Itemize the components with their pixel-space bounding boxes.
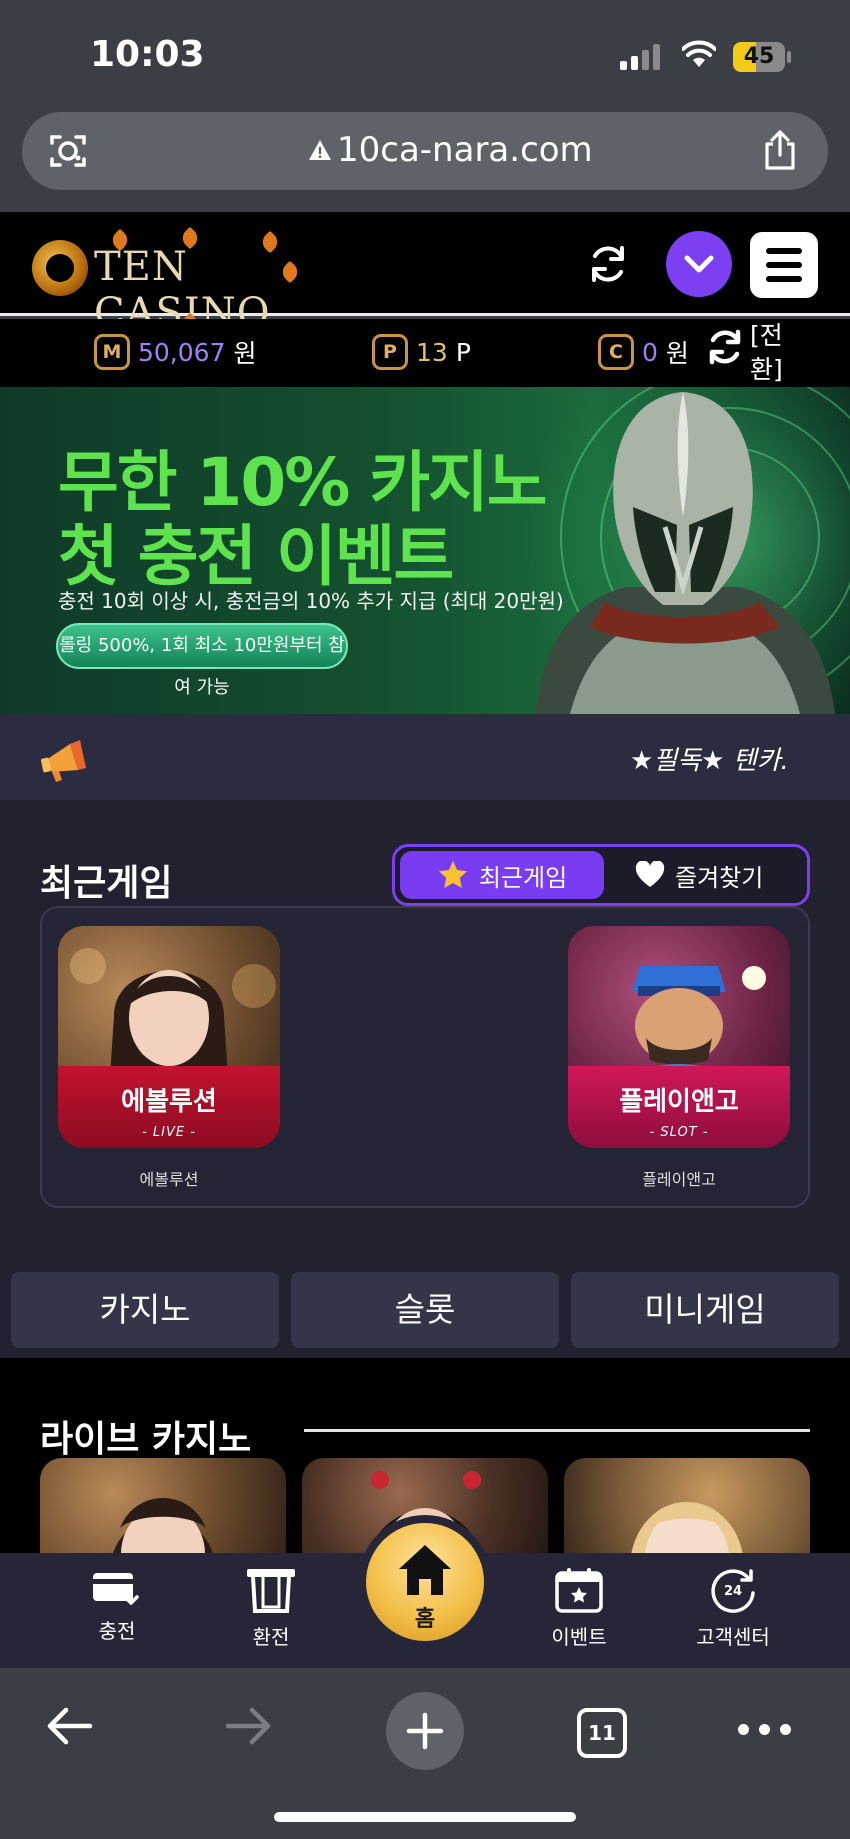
money-balance: M 50,067 원 [94,334,257,370]
hamburger-menu-icon[interactable] [750,232,818,298]
megaphone-icon [41,740,86,782]
game-label-playngo: 플레이앤고 [642,1170,716,1189]
svg-text:24: 24 [724,1584,742,1599]
wifi-icon [682,40,716,67]
forward-arrow-icon[interactable] [220,1698,276,1754]
nav-support-label: 고객센터 [696,1625,770,1649]
point-balance: P 13 P [372,334,471,370]
cellular-signal-icon [620,44,660,70]
game-card-title: 에볼루션 [121,1087,217,1117]
home-icon [399,1545,451,1595]
live-game-card[interactable] [40,1458,286,1553]
live-casino-title: 라이브 카지노 [40,1419,252,1460]
tab-favorites[interactable]: 즐겨찾기 [635,851,805,899]
comp-icon: C [598,334,634,370]
nav-home-label: 홈 [414,1607,436,1632]
site-header: TEN CASINO [0,212,850,336]
nav-event-label: 이벤트 [551,1625,607,1649]
point-icon: P [372,334,408,370]
main-content: 최근게임 최근게임 즐겨찾기 에볼루션 - LIVE - 에볼루션 플레이앤고 … [0,802,850,1358]
dealer-portrait [113,1498,213,1553]
point-value: 13 [416,337,448,367]
24h-support-icon: 24 [711,1569,755,1613]
more-icon[interactable] [738,1724,791,1735]
recent-games-title: 최근게임 [40,863,173,904]
category-casino-button[interactable]: 카지노 [11,1272,279,1348]
tab-recent-games[interactable]: 최근게임 [400,851,604,899]
status-bar: 10:03 45 [0,0,850,110]
game-card-title: 플레이앤고 [619,1087,739,1117]
card-icon [93,1573,139,1605]
new-tab-button[interactable] [386,1692,464,1770]
refresh-icon[interactable] [586,242,630,286]
convert-refresh-icon[interactable] [705,327,745,367]
tabs-button[interactable]: 11 [577,1708,627,1758]
game-card-evolution[interactable]: 에볼루션 - LIVE - [58,926,280,1148]
convert-button[interactable]: [전환] [750,319,790,387]
home-indicator [274,1812,576,1822]
money-unit: 원 [233,339,257,368]
url-text[interactable]: 10ca-nara.com [337,130,593,170]
dealer-portrait [631,1502,743,1553]
star-icon [438,861,467,888]
battery-level: 45 [743,44,775,69]
heart-icon [635,861,665,887]
recent-games-list: 에볼루션 - LIVE - 에볼루션 플레이앤고 - SLOT - 플레이앤고 [40,906,810,1208]
tab-recent-label: 최근게임 [478,863,568,892]
chevron-down-icon [684,255,714,273]
section-divider [304,1429,810,1432]
calendar-star-icon [555,1568,603,1613]
address-bar[interactable]: 10ca-nara.com [22,112,828,190]
banner-subtitle: 충전 10회 이상 시, 충전금의 10% 추가 지급 (최대 20만원) [58,589,564,613]
home-button[interactable]: 홈 [366,1523,484,1641]
banner-pill: 롤링 500%, 1회 최소 10만원부터 참여 가능 [56,623,348,698]
point-unit: P [455,337,471,367]
category-minigame-button[interactable]: 미니게임 [571,1272,839,1348]
comp-value: 0 [642,337,658,367]
status-time: 10:03 [90,34,205,75]
knight-illustration [535,392,835,714]
camera-lens-icon[interactable] [48,131,88,171]
category-tabs: 카지노 슬롯 미니게임 [0,1272,850,1358]
category-slot-button[interactable]: 슬롯 [291,1272,559,1348]
nav-home[interactable]: 홈 [358,1515,492,1649]
nav-exchange-label: 환전 [252,1625,290,1649]
logo-emblem-icon [32,240,88,296]
nav-charge[interactable]: 충전 [62,1567,172,1644]
tab-favorites-label: 즐겨찾기 [675,863,764,892]
nav-event[interactable]: 이벤트 [524,1567,634,1650]
game-card-type: - LIVE - [142,1125,196,1140]
balance-bar: M 50,067 원 P 13 P C 0 원 [전환] [0,319,850,387]
plus-icon [406,1712,444,1750]
nav-exchange[interactable]: 환전 [216,1567,326,1650]
dropdown-button[interactable] [666,231,732,297]
money-icon: M [94,334,130,370]
game-label-evolution: 에볼루션 [139,1170,199,1189]
notice-text[interactable]: ★필독★ 텐카. [630,740,789,777]
warning-icon [309,140,331,160]
notice-bar[interactable]: ★필독★ 텐카. [0,714,850,802]
live-game-card[interactable] [564,1458,810,1553]
game-card-type: - SLOT - [649,1125,709,1140]
atm-icon [247,1569,295,1613]
game-card-playngo[interactable]: 플레이앤고 - SLOT - [568,926,790,1148]
share-icon[interactable] [758,128,802,172]
comp-balance: C 0 원 [598,334,689,370]
battery-icon: 45 [733,42,785,72]
site-logo[interactable]: TEN CASINO [32,226,352,336]
money-value: 50,067 [138,337,226,367]
browser-toolbar: 11 [0,1668,850,1839]
nav-charge-label: 충전 [98,1619,136,1643]
promo-banner[interactable]: 무한 10% 카지노 첫 충전 이벤트 충전 10회 이상 시, 충전금의 10… [0,387,850,714]
comp-unit: 원 [665,339,689,368]
back-arrow-icon[interactable] [42,1698,98,1754]
nav-support[interactable]: 24 고객센터 [678,1567,788,1650]
recent-games-tabs: 최근게임 즐겨찾기 [392,844,810,906]
